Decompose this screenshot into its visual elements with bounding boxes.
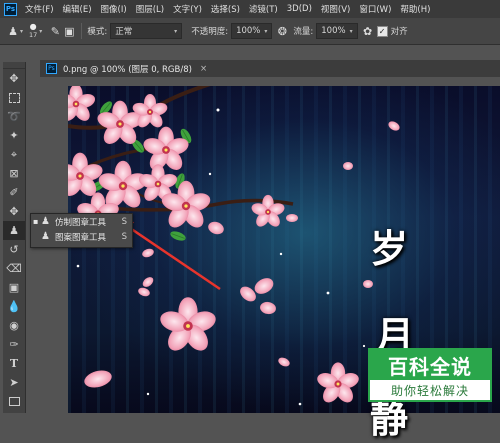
menu-filter[interactable]: 滤镜(T) [249, 3, 278, 15]
flow-value: 100% [321, 26, 346, 36]
menu-bar: Ps 文件(F) 编辑(E) 图像(I) 图层(L) 文字(Y) 选择(S) 滤… [0, 0, 500, 18]
mode-value: 正常 [115, 27, 133, 37]
app-logo: Ps [4, 2, 17, 16]
flyout-item-pattern-stamp[interactable]: ♟ 图案图章工具 S [31, 229, 132, 244]
clone-stamp-icon: ♟ [41, 216, 50, 227]
clone-stamp-tool-icon[interactable]: ♟ [3, 221, 25, 240]
move-tool-icon[interactable]: ✥ [3, 69, 25, 88]
menu-image[interactable]: 图像(I) [101, 3, 127, 15]
rectangle-tool-icon[interactable] [3, 392, 25, 411]
document-title: 0.png @ 100% (图层 0, RGB/8) [63, 64, 192, 75]
menu-edit[interactable]: 编辑(E) [63, 3, 92, 15]
flyout-item-shortcut: S [121, 231, 127, 242]
eyedropper-tool-icon[interactable]: ✐ [3, 183, 25, 202]
blur-tool-icon[interactable]: 💧 [3, 297, 25, 316]
watermark-title: 百科全说 [370, 350, 490, 380]
opacity-label: 不透明度: [191, 27, 229, 37]
mode-select[interactable]: 正常 ▾ [110, 23, 183, 39]
chevron-down-icon: ▾ [349, 27, 353, 35]
opacity-input[interactable]: 100% ▾ [231, 23, 273, 39]
menu-type[interactable]: 文字(Y) [173, 3, 202, 15]
frame-tool-icon[interactable]: ⊠ [3, 164, 25, 183]
menu-file[interactable]: 文件(F) [25, 3, 54, 15]
stamp-tool-icon[interactable]: ♟ [6, 24, 20, 38]
magic-wand-tool-icon[interactable]: ✦ [3, 126, 25, 145]
marquee-tool-icon[interactable] [3, 88, 25, 107]
pressure-opacity-icon[interactable]: ❂ [275, 24, 289, 38]
canvas-title-char-1: 岁 [370, 226, 409, 271]
menu-view[interactable]: 视图(V) [321, 3, 350, 15]
pen-tool-icon[interactable]: ✑ [3, 335, 25, 354]
watermark-subtitle: 助你轻松解决 [390, 383, 469, 398]
brush-tip-icon: ● [29, 22, 37, 31]
lasso-tool-icon[interactable]: ➰ [3, 107, 25, 126]
menu-window[interactable]: 窗口(W) [359, 3, 391, 15]
stamp-tool-flyout: ▪ ♟ 仿制图章工具 S ♟ 图案图章工具 S [30, 213, 133, 248]
pattern-stamp-icon: ♟ [41, 231, 50, 242]
flow-label: 流量: [293, 27, 314, 37]
tool-preset-dropdown-icon[interactable]: ▾ [20, 28, 23, 35]
flyout-item-label: 图案图章工具 [55, 232, 107, 243]
brush-preset-picker[interactable]: ● 17 [29, 22, 38, 40]
type-tool-icon[interactable]: T [3, 354, 25, 373]
close-icon[interactable]: × [200, 64, 207, 74]
healing-brush-tool-icon[interactable]: ✥ [3, 202, 25, 221]
clone-source-panel-icon[interactable]: ▣ [62, 24, 76, 38]
toolbox-grip[interactable] [3, 62, 25, 69]
menu-3d[interactable]: 3D(D) [287, 4, 312, 14]
airbrush-icon[interactable]: ✿ [361, 24, 375, 38]
eraser-tool-icon[interactable]: ⌫ [3, 259, 25, 278]
align-label: 对齐 [390, 27, 408, 37]
align-checkbox[interactable]: ✓ [376, 25, 388, 37]
dodge-tool-icon[interactable]: ◉ [3, 316, 25, 335]
selected-bullet-icon: ▪ [33, 217, 39, 226]
history-brush-tool-icon[interactable]: ↺ [3, 240, 25, 259]
flyout-item-shortcut: S [121, 216, 127, 227]
flow-input[interactable]: 100% ▾ [316, 23, 358, 39]
chevron-down-icon: ▾ [174, 27, 178, 35]
path-selection-tool-icon[interactable]: ➤ [3, 373, 25, 392]
menu-select[interactable]: 选择(S) [211, 3, 240, 15]
gradient-tool-icon[interactable]: ▣ [3, 278, 25, 297]
brush-dropdown-icon[interactable]: ▾ [39, 28, 42, 35]
menu-help[interactable]: 帮助(H) [400, 3, 430, 15]
options-bar: ♟ ▾ ● 17 ▾ ✎ ▣ 模式: 正常 ▾ 不透明度: 100% ▾ ❂ 流… [0, 18, 500, 45]
divider [81, 23, 83, 39]
toolbox: ✥ ➰ ✦ ⌖ ⊠ ✐ ✥ ♟ ↺ ⌫ ▣ 💧 ◉ ✑ T ➤ [3, 62, 26, 413]
watermark-logo: 百科全说 助你轻松解决 [368, 348, 492, 402]
flyout-item-label: 仿制图章工具 [55, 217, 107, 228]
flyout-item-clone-stamp[interactable]: ▪ ♟ 仿制图章工具 S [31, 214, 132, 229]
crop-tool-icon[interactable]: ⌖ [3, 145, 25, 164]
brush-settings-icon[interactable]: ✎ [48, 24, 62, 38]
mode-label: 模式: [87, 27, 108, 37]
menu-layer[interactable]: 图层(L) [136, 3, 164, 15]
chevron-down-icon: ▾ [264, 27, 268, 35]
opacity-value: 100% [236, 26, 261, 36]
document-file-icon: Ps [46, 63, 57, 74]
document-tab[interactable]: Ps 0.png @ 100% (图层 0, RGB/8) × [40, 60, 500, 77]
brush-size-value: 17 [29, 31, 38, 39]
